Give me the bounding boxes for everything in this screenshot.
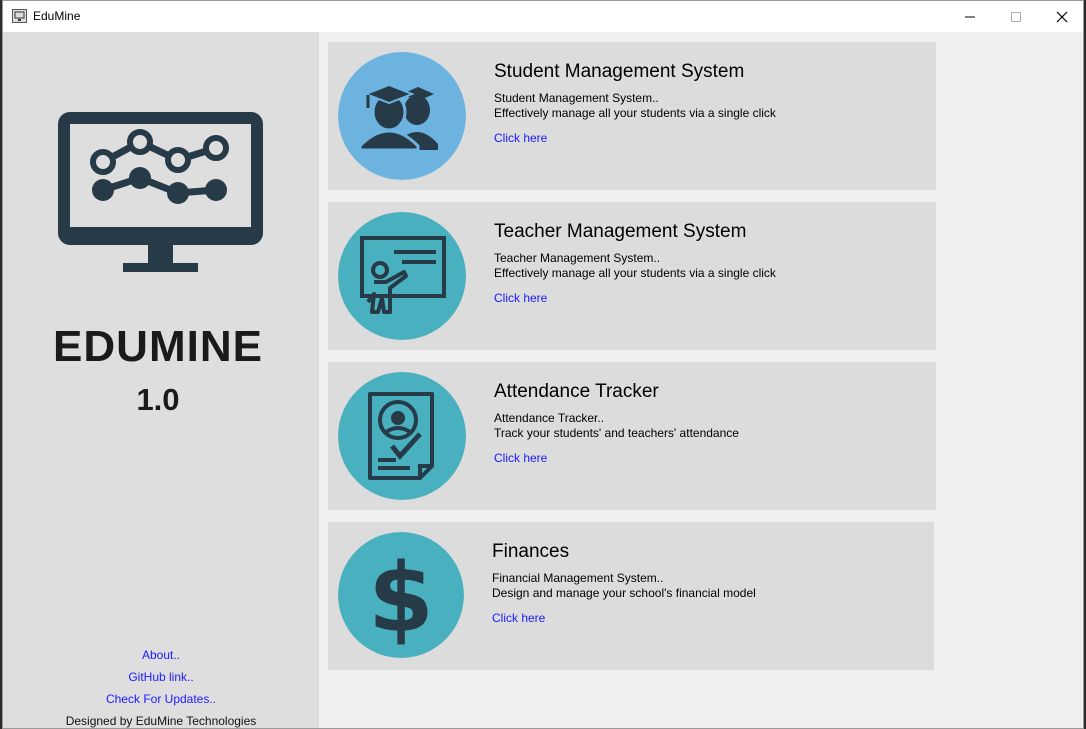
check-updates-link[interactable]: Check For Updates..: [3, 692, 319, 706]
github-link[interactable]: GitHub link..: [3, 670, 319, 684]
card-description: Track your students' and teachers' atten…: [494, 426, 739, 440]
graduates-icon: [338, 52, 466, 180]
card-description: Effectively manage all your students via…: [494, 266, 776, 280]
teacher-board-icon: [338, 212, 466, 340]
about-link[interactable]: About..: [3, 648, 319, 662]
finances-click-here-link[interactable]: Click here: [492, 611, 545, 625]
app-name: EDUMINE: [53, 322, 263, 371]
card-title: Attendance Tracker: [494, 381, 659, 402]
app-version: 1.0: [136, 382, 180, 417]
card-subtitle: Financial Management System..: [492, 571, 664, 585]
window-title: EduMine: [33, 9, 81, 23]
student-click-here-link[interactable]: Click here: [494, 131, 547, 145]
maximize-button[interactable]: [993, 1, 1039, 32]
minimize-button[interactable]: [947, 1, 993, 32]
credit-text: Designed by EduMine Technologies: [65, 714, 257, 728]
maximize-icon: [1011, 11, 1021, 22]
teacher-click-here-link[interactable]: Click here: [494, 291, 547, 305]
close-icon: [1056, 11, 1068, 22]
card-attendance-tracker: Attendance Tracker Attendance Tracker.. …: [328, 362, 936, 510]
title-bar[interactable]: EduMine: [3, 1, 1083, 32]
close-button[interactable]: [1039, 1, 1083, 32]
app-window: EduMine EDUMINE 1.0 About.. GitHub link.…: [2, 0, 1084, 729]
app-icon: [12, 9, 27, 23]
card-title: Teacher Management System: [494, 221, 747, 242]
card-finances: $ Finances Financial Management System..…: [328, 522, 934, 670]
card-subtitle: Teacher Management System..: [494, 251, 661, 265]
svg-text:$: $: [368, 543, 434, 653]
dollar-icon: $: [338, 532, 464, 658]
card-subtitle: Attendance Tracker..: [494, 411, 605, 425]
sidebar: EDUMINE 1.0 About.. GitHub link.. Check …: [3, 32, 319, 728]
card-title: Student Management System: [494, 61, 745, 82]
attendance-document-icon: [338, 372, 466, 500]
card-subtitle: Student Management System..: [494, 91, 659, 105]
card-description: Design and manage your school's financia…: [492, 586, 756, 600]
monitor-chart-icon: [58, 112, 263, 272]
card-student-management: Student Management System Student Manage…: [328, 42, 936, 190]
card-teacher-management: Teacher Management System Teacher Manage…: [328, 202, 936, 350]
attendance-click-here-link[interactable]: Click here: [494, 451, 547, 465]
card-description: Effectively manage all your students via…: [494, 106, 776, 120]
card-title: Finances: [492, 541, 570, 562]
minimize-icon: [965, 16, 975, 17]
